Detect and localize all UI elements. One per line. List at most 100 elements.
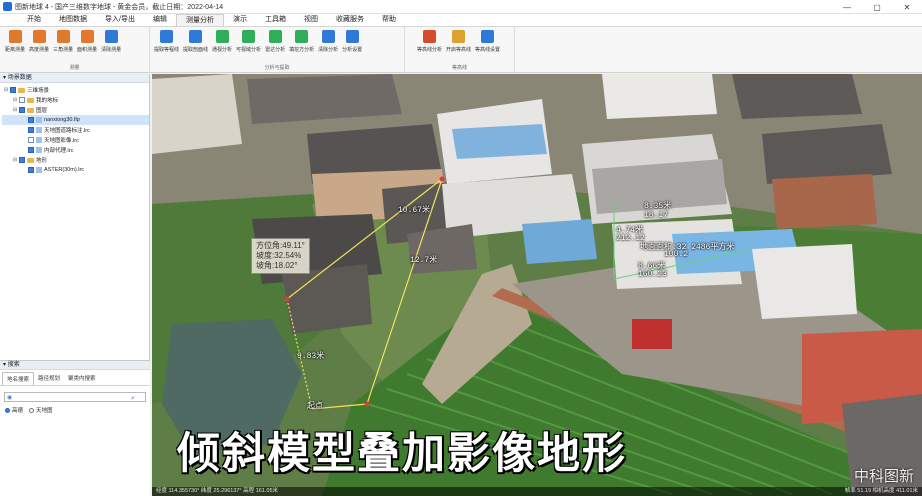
radio-dot: [5, 407, 10, 413]
layer-checkbox[interactable]: [19, 107, 25, 113]
menu-presentation[interactable]: 演示: [224, 14, 256, 26]
tree-item[interactable]: ASTER(30m).lrc: [2, 165, 149, 175]
ribbon-tool-label: 等高线分析: [417, 47, 443, 53]
layer-checkbox[interactable]: [28, 127, 34, 133]
ribbon-tool-button[interactable]: 通视分析: [210, 30, 234, 53]
tree-item-label: ASTER(30m).lrc: [44, 167, 85, 173]
tree-item-label: 天地图道路标注.lrc: [44, 128, 90, 134]
azimuth-text: 方位角:49.11°: [256, 241, 305, 250]
ribbon-tool-button[interactable]: 提取剖面线: [181, 30, 210, 53]
layer-tree: ⊟ 三维场景 ⊟ 我的地标 ⊟ 图层 nanxiong30.flp 天地图道路标注.lrc 天地…: [0, 83, 149, 175]
tab-cluster-search[interactable]: 聚类内搜索: [64, 372, 100, 385]
ribbon-tool-button[interactable]: 等高线设置: [473, 30, 502, 53]
menu-edit[interactable]: 编辑: [144, 14, 176, 26]
tree-item[interactable]: nanxiong30.flp: [2, 115, 149, 125]
search-source-radios: 高德 天地图: [5, 406, 150, 414]
measure-label: 10.67米: [398, 206, 431, 215]
title-bar: 图新地球 4 - 国产三维数字地球 - 黄金会员，截止日期：2022-04-14…: [0, 0, 922, 14]
ribbon-tool-button[interactable]: 填挖方分析: [287, 30, 316, 53]
menu-view[interactable]: 视图: [295, 14, 327, 26]
area-icon: [80, 30, 94, 43]
ribbon-tool-label: 清除分析: [318, 47, 339, 53]
layer-checkbox[interactable]: [28, 137, 34, 143]
ribbon-tool-button[interactable]: 清除测量: [99, 30, 123, 53]
layer-file-icon: [36, 137, 42, 143]
measure-label: 8.35米: [644, 202, 672, 211]
tree-item[interactable]: 天地图道路标注.lrc: [2, 125, 149, 135]
expand-icon[interactable]: ⊟: [13, 157, 18, 163]
location-pin-icon: ◉: [7, 394, 13, 401]
ribbon-tool-button[interactable]: 可视域分析: [234, 30, 263, 53]
expand-icon[interactable]: ⊟: [13, 97, 18, 103]
menu-favorites[interactable]: 收藏服务: [327, 14, 373, 26]
search-icon[interactable]: ⌕: [131, 395, 135, 403]
ribbon-tool-button[interactable]: 提取等程线: [152, 30, 181, 53]
tree-item[interactable]: ⊟ 图层: [2, 105, 149, 115]
ribbon-group-label: 分析与提取: [264, 65, 290, 71]
folder-icon: [27, 157, 34, 163]
layer-checkbox[interactable]: [19, 157, 25, 163]
ribbon-tool-button[interactable]: 面积测量: [75, 30, 99, 53]
radio-gaode[interactable]: 高德: [5, 406, 23, 414]
video-caption: 倾斜模型叠加影像地形: [177, 429, 627, 479]
expand-icon[interactable]: ⊟: [13, 107, 18, 113]
search-panel: ▾ 搜索 地名搜索 路径规划 聚类内搜索 ◉ ⌕ 高德 天地图: [0, 360, 150, 496]
panel-title: 场景数据: [7, 75, 32, 81]
radio-label: 高德: [12, 408, 24, 414]
folder-icon: [27, 107, 34, 113]
ribbon-tool-button[interactable]: 开启等高线: [444, 30, 473, 53]
layer-checkbox[interactable]: [28, 167, 34, 173]
menu-map-data[interactable]: 地图数据: [50, 14, 96, 26]
tree-item[interactable]: ⊟ 三维场景: [2, 85, 149, 95]
ribbon-tool-button[interactable]: 距离测量: [3, 30, 27, 53]
layer-checkbox[interactable]: [10, 87, 16, 93]
ribbon-tool-button[interactable]: 高度测量: [27, 30, 51, 53]
tab-place-search[interactable]: 地名搜索: [2, 372, 35, 385]
ribbon-tool-label: 等高线设置: [475, 47, 501, 53]
layer-file-icon: [36, 147, 42, 153]
eraser-icon: [321, 30, 335, 43]
ribbon-group-analysis: 提取等程线 提取剖面线 通视分析 可视域分析 雷达分析 填挖方分析 清除分析 分析设置 分析与…: [150, 27, 405, 73]
panel-header: ▾ 搜索: [0, 361, 150, 370]
map-3d-viewport[interactable]: 方位角:49.11° 坡度:32.54% 坡角:18.02° 10.67米 12…: [152, 74, 922, 496]
minimize-button[interactable]: —: [832, 0, 862, 14]
ribbon-tool-label: 提取等程线: [154, 47, 180, 53]
tab-route-planning[interactable]: 路径规划: [34, 372, 64, 385]
ribbon-tool-button[interactable]: 等高线分析: [415, 30, 444, 53]
tree-item-label: 内部代理.lrc: [44, 148, 74, 154]
menu-help[interactable]: 帮助: [373, 14, 405, 26]
tree-item[interactable]: ⊟ 地形: [2, 155, 149, 165]
menu-toolbox[interactable]: 工具箱: [256, 14, 295, 26]
layer-checkbox[interactable]: [28, 117, 34, 123]
menu-home[interactable]: 开始: [18, 14, 50, 26]
gear-icon: [345, 30, 359, 43]
ribbon-tool-button[interactable]: 清除分析: [316, 30, 340, 53]
layer-checkbox[interactable]: [28, 147, 34, 153]
tree-item[interactable]: ⊟ 我的地标: [2, 95, 149, 105]
layer-checkbox[interactable]: [19, 97, 25, 103]
tree-item[interactable]: 天地图影像.lrc: [2, 135, 149, 145]
tree-item-label: 三维场景: [27, 88, 50, 94]
tree-item[interactable]: 内部代理.lrc: [2, 145, 149, 155]
expand-icon[interactable]: ⊟: [4, 87, 9, 93]
contour-on-icon: [452, 30, 466, 43]
tree-item-label: nanxiong30.flp: [44, 117, 80, 123]
status-bar: 经度 114.355730° 纬度 25.296137° 高程 161.05米 …: [152, 487, 922, 496]
coordinate-readout: 经度 114.355730° 纬度 25.296137° 高程 161.05米: [156, 488, 279, 494]
ruler-icon: [8, 30, 22, 43]
line-of-sight-icon: [215, 30, 229, 43]
close-button[interactable]: ✕: [892, 0, 922, 14]
ribbon-tool-button[interactable]: 分析设置: [340, 30, 364, 53]
contour-icon: [160, 30, 173, 43]
menu-measure-analysis[interactable]: 测量分析: [175, 14, 224, 26]
ribbon-tool-button[interactable]: 雷达分析: [263, 30, 287, 53]
ribbon-tool-label: 距离测量: [5, 47, 26, 53]
ribbon-tool-button[interactable]: 三角测量: [51, 30, 75, 53]
contour-analysis-icon: [423, 30, 436, 43]
menu-import-export[interactable]: 导入/导出: [96, 14, 144, 26]
radio-tianditu[interactable]: 天地图: [29, 406, 53, 414]
maximize-button[interactable]: ▢: [862, 0, 892, 14]
search-input[interactable]: ◉: [4, 392, 146, 402]
ribbon-tool-label: 三角测量: [53, 47, 74, 53]
measure-label: 起点: [307, 402, 323, 411]
